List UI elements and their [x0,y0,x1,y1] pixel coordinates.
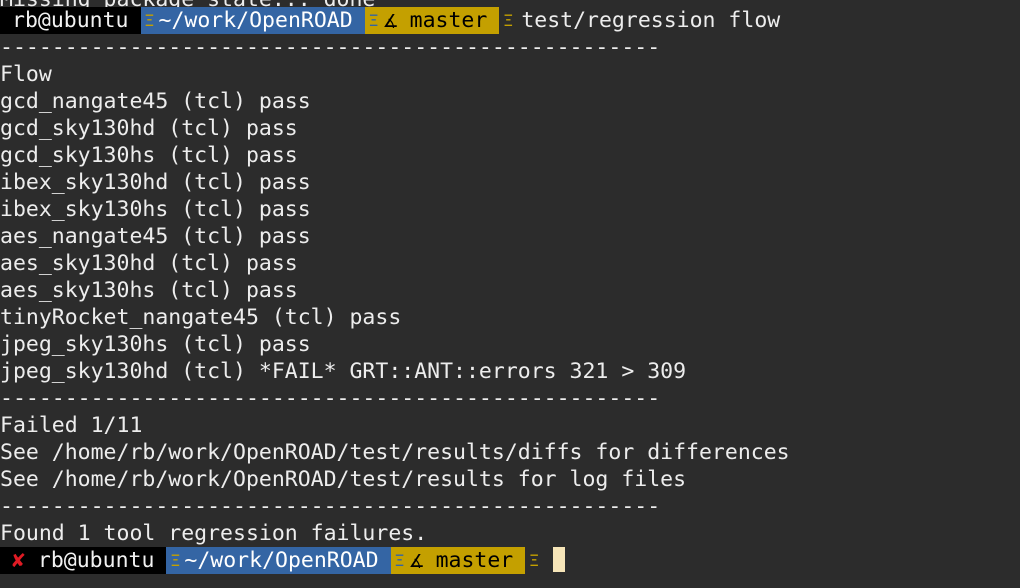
git-branch-icon: ∡ [382,11,410,32]
result-line: aes_nangate45 (tcl) pass [0,224,311,249]
prompt-user: rb@ubuntu [0,7,141,34]
result-line: ibex_sky130hs (tcl) pass [0,197,311,222]
separator-line: ----------------------------------------… [0,494,661,519]
prompt-branch: master [435,548,514,573]
segment-separator-icon: Ξ [503,11,514,30]
result-line-failed: jpeg_sky130hd (tcl) *FAIL* GRT::ANT::err… [0,359,687,384]
logs-path-line: See /home/rb/work/OpenROAD/test/results … [0,467,687,492]
result-line: gcd_nangate45 (tcl) pass [0,89,311,114]
prompt-user-segment: ✘ rb@ubuntu [0,547,167,574]
segment-separator-icon: Ξ [529,551,540,570]
diffs-path-line: See /home/rb/work/OpenROAD/test/results/… [0,440,790,465]
prompt-user: rb@ubuntu [37,548,155,573]
segment-separator-icon: Ξ [364,7,383,34]
prompt-path: ~/work/OpenROAD [184,547,391,574]
separator-line: ----------------------------------------… [0,35,661,60]
command-text: test/regression flow [521,8,781,33]
summary-line: Failed 1/11 [0,413,143,438]
result-line: ibex_sky130hd (tcl) pass [0,170,311,195]
prompt-branch-segment: ∡ master [408,547,526,574]
result-line: aes_sky130hs (tcl) pass [0,278,298,303]
result-line: tinyRocket_nangate45 (tcl) pass [0,305,402,330]
result-line: gcd_sky130hd (tcl) pass [0,116,298,141]
git-branch-icon: ∡ [408,551,436,572]
section-header: Flow [0,62,52,87]
final-status-line: Found 1 tool regression failures. [0,521,428,546]
prompt-path: ~/work/OpenROAD [158,7,365,34]
segment-separator-icon: Ξ [140,7,159,34]
prompt-line-2: ✘ rb@ubuntu Ξ ~/work/OpenROAD Ξ ∡ master Ξ [0,547,566,574]
prompt-branch: master [409,8,488,33]
result-line: gcd_sky130hs (tcl) pass [0,143,298,168]
segment-separator-icon: Ξ [390,547,409,574]
prompt-branch-segment: ∡ master [382,7,500,34]
text-cursor[interactable] [553,547,566,572]
result-line: jpeg_sky130hs (tcl) pass [0,332,311,357]
terminal-window[interactable]: Missing package state... done rb@ubuntuΞ… [0,0,1020,588]
result-line: aes_sky130hd (tcl) pass [0,251,298,276]
separator-line: ----------------------------------------… [0,386,661,411]
segment-separator-icon: Ξ [166,547,185,574]
fail-x-icon: ✘ [12,548,25,573]
prompt-line-1: rb@ubuntu Ξ ~/work/OpenROAD Ξ ∡ master Ξtest/… [0,7,780,34]
